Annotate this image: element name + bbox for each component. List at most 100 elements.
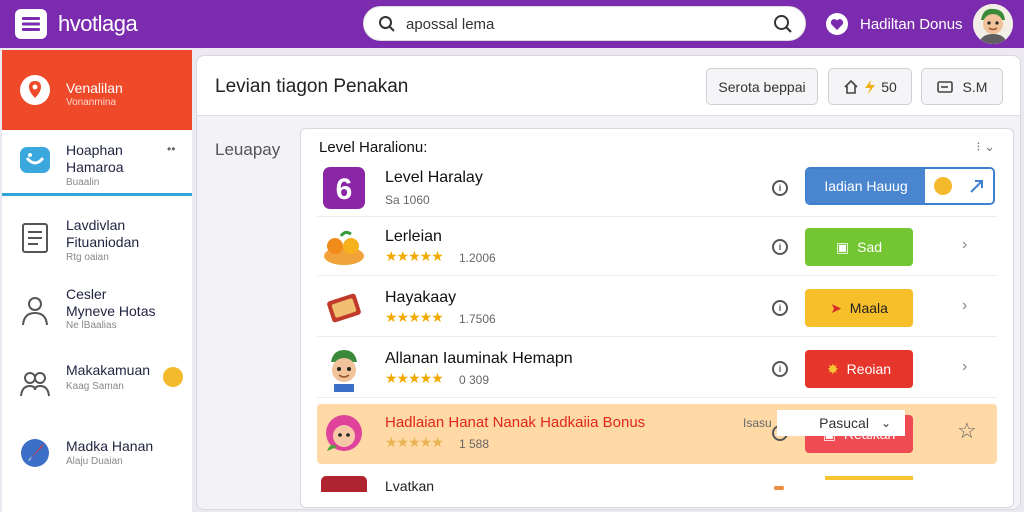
sidebar-item-sub: Vonanmina: [66, 97, 117, 108]
search-bar[interactable]: [363, 6, 806, 41]
sidebar-item-cesler[interactable]: Cesler Myneve Hotas Ne lBaalias: [2, 272, 192, 344]
action-label: Reoian: [846, 361, 892, 377]
rating-stars: ★★★★★: [385, 434, 444, 450]
wallet-icon: [936, 80, 953, 93]
chevron-right-icon[interactable]: ›: [962, 358, 967, 376]
compass-icon: [21, 439, 49, 467]
primary-action-button[interactable]: Iadian Hauug: [805, 167, 995, 205]
list-item[interactable]: 6 Level Haralay Sa 1060 i Iadian Hauug: [317, 159, 997, 217]
sidebar-item-label2: Fituaniodan: [66, 234, 140, 250]
app-title: hvotlaga: [58, 11, 138, 36]
item-count: 1 588: [459, 437, 490, 451]
group-icon: [20, 372, 50, 397]
sidebar-item-label: Madka Hanan: [66, 438, 154, 454]
fruit-basket-icon: [324, 230, 364, 265]
coins-button[interactable]: 50: [828, 68, 912, 105]
location-pin-icon: [20, 75, 50, 105]
item-sub: Sa 1060: [385, 193, 430, 207]
action-button[interactable]: ✸ Reoian: [805, 350, 913, 388]
person-icon: [22, 297, 48, 326]
item-count: 1.7506: [459, 312, 496, 326]
level-list-card: Level Haralionu: ⁝ ⌄ 6 Level Haralay Sa …: [300, 128, 1014, 508]
chevron-right-icon[interactable]: ›: [962, 236, 967, 254]
sort-small-label: Isasu: [743, 416, 772, 430]
chevron-down-icon: ⌄: [880, 416, 891, 430]
bolt-icon: [865, 79, 876, 94]
chevron-right-icon[interactable]: ›: [962, 297, 967, 315]
status-dot: [774, 486, 784, 490]
cash-button[interactable]: S.M: [921, 68, 1003, 105]
search-icon: [379, 16, 395, 32]
item-name: Lvatkan: [385, 478, 435, 494]
item-count: 1.2006: [459, 251, 496, 265]
coin-face-icon: [933, 177, 952, 195]
menu-button[interactable]: [15, 9, 47, 39]
list-item-partial[interactable]: Lvatkan: [317, 474, 997, 507]
info-icon[interactable]: i: [772, 180, 788, 196]
sidebar-item-sub: Rtg oaian: [66, 252, 109, 263]
info-icon[interactable]: i: [772, 239, 788, 255]
list-item[interactable]: Hayakaay ★★★★★ 1.7506 i ➤ Maala ›: [317, 279, 997, 337]
rating-stars: ★★★★★: [385, 370, 444, 386]
action-button-partial[interactable]: [825, 476, 913, 480]
item-count: 0 309: [459, 373, 490, 387]
sidebar-item-label: Makakamuan: [66, 362, 151, 378]
level-thumb-icon: [321, 476, 367, 492]
info-icon[interactable]: i: [772, 361, 788, 377]
sidebar-item-sub: Kaag Saman: [66, 381, 124, 392]
action-label: Sad: [857, 239, 883, 255]
image-icon: ▣: [835, 238, 850, 255]
page-header: Levian tiagon Penakan Serota beppai 50 S…: [197, 56, 1020, 116]
home-icon: [844, 79, 858, 94]
rating-stars: ★★★★★: [385, 248, 444, 264]
favorite-star-icon[interactable]: ☆: [957, 418, 977, 444]
item-name: Hayakaay: [385, 289, 457, 306]
sidebar-item-label: Lavdivlan: [66, 217, 126, 233]
item-name: Hadlaian Hanat Nanak Hadkaiia Bonus: [385, 414, 646, 431]
star-burst-icon: ✸: [826, 360, 839, 377]
sort-label: Pasucal: [819, 415, 869, 431]
sidebar: Venalilan Vonanmina Hoaphan Hamaroa Buaa…: [2, 50, 192, 512]
info-icon[interactable]: i: [772, 300, 788, 316]
chat-bird-icon: [20, 147, 50, 173]
item-name: Level Haralay: [385, 169, 483, 186]
more-icon[interactable]: ••: [167, 142, 175, 156]
sidebar-item-label: Venalilan: [66, 80, 123, 96]
action-label: Iadian Hauug: [807, 169, 925, 203]
sidebar-item-sub: Buaalin: [66, 177, 100, 188]
action-button[interactable]: ▣ Sad: [805, 228, 913, 266]
action-label: Maala: [849, 300, 888, 316]
user-avatar[interactable]: [973, 4, 1013, 44]
search-sort-button[interactable]: Serota beppai: [706, 68, 818, 105]
treasure-map-icon: [327, 293, 361, 323]
sidebar-item-venalilan[interactable]: Venalilan Vonanmina: [2, 50, 192, 130]
sort-dropdown[interactable]: Isasu Pasucal ⌄: [743, 410, 905, 436]
sidebar-item-lavdivlan[interactable]: Lavdivlan Fituaniodan Rtg oaian: [2, 199, 192, 269]
action-button[interactable]: ➤ Maala: [805, 289, 913, 327]
bonus-heart-icon: [826, 13, 848, 35]
avatar-icon: [973, 4, 1013, 44]
level-six-icon: 6: [323, 167, 365, 209]
sidebar-item-sub: Alaju Duaian: [66, 456, 123, 467]
bonus-link[interactable]: Hadiltan Donus: [826, 11, 963, 37]
sidebar-item-sub: Ne lBaalias: [66, 320, 117, 331]
list-controls[interactable]: ⁝ ⌄: [976, 139, 995, 155]
search-input[interactable]: [406, 13, 726, 35]
sidebar-item-makakamuan[interactable]: Makakamuan Kaag Saman: [2, 350, 192, 420]
arrow-up-right-icon: [969, 180, 983, 193]
sidebar-item-label2: Hamaroa: [66, 159, 124, 175]
page-title: Levian tiagon Penakan: [215, 76, 409, 97]
item-name: Lerleian: [385, 228, 442, 245]
search-submit-icon[interactable]: [773, 14, 793, 34]
svg-text:6: 6: [336, 173, 353, 206]
bonus-label: Hadiltan Donus: [860, 15, 963, 33]
coins-value: 50: [881, 78, 897, 95]
hamburger-icon: [22, 17, 40, 31]
pink-character-icon: [326, 415, 362, 451]
list-item[interactable]: Lerleian ★★★★★ 1.2006 i ▣ Sad ›: [317, 218, 997, 276]
sidebar-item-madka-hanan[interactable]: Madka Hanan Alaju Duaian: [2, 422, 192, 502]
list-item[interactable]: Allanan Iauminak Hemapn ★★★★★ 0 309 i ✸ …: [317, 340, 997, 398]
sidebar-item-hoaphan[interactable]: Hoaphan Hamaroa Buaalin ••: [2, 130, 192, 196]
character-icon: [331, 350, 357, 392]
rating-stars: ★★★★★: [385, 309, 444, 325]
